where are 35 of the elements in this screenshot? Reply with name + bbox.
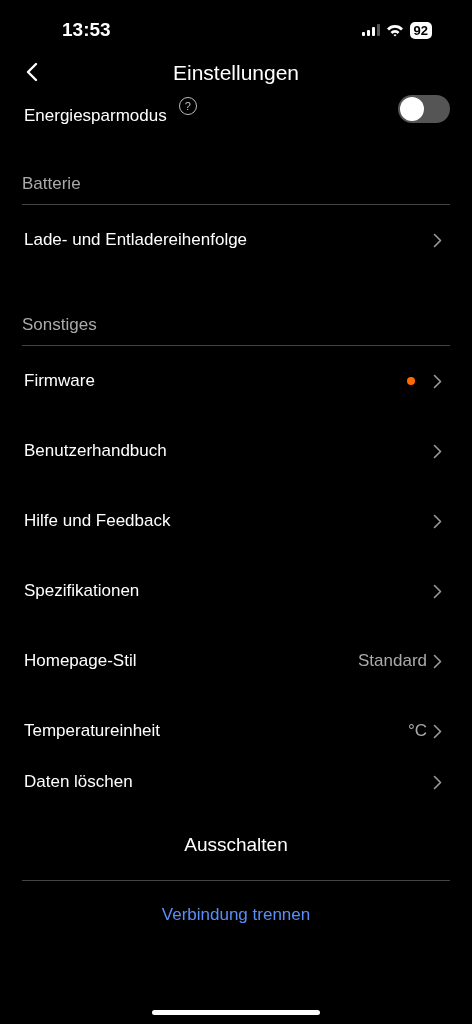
settings-item[interactable]: Firmware (0, 346, 472, 416)
chevron-icon (433, 583, 442, 599)
disconnect-link[interactable]: Verbindung trennen (157, 901, 315, 929)
settings-item[interactable]: Hilfe und Feedback (0, 486, 472, 556)
item-label: Spezifikationen (24, 581, 140, 601)
status-time: 13:53 (62, 19, 111, 41)
settings-item[interactable]: Spezifikationen (0, 556, 472, 626)
section-title: Batterie (21, 174, 82, 195)
chevron-icon (433, 653, 442, 669)
item-value: Standard (358, 651, 427, 671)
item-label: Temperatureinheit (24, 721, 161, 741)
section-title: Sonstiges (21, 315, 98, 336)
chevron-icon (433, 443, 442, 459)
item-label: Lade- und Entladereihenfolge (24, 230, 248, 250)
item-label: Benutzerhandbuch (24, 441, 167, 461)
wifi-icon (385, 23, 404, 37)
settings-item[interactable]: Lade- und Entladereihenfolge (0, 205, 472, 275)
settings-item[interactable]: Benutzerhandbuch (0, 416, 472, 486)
item-label: Daten löschen (24, 772, 133, 792)
toggle-switch[interactable] (398, 95, 450, 123)
chevron-icon (433, 232, 442, 248)
signal-icon (361, 24, 380, 36)
power-off-button[interactable]: Ausschalten (170, 826, 302, 864)
item-value: °C (407, 721, 427, 741)
settings-item[interactable]: Homepage-Stil Standard (0, 626, 472, 696)
chevron-icon (433, 513, 442, 529)
item-label: Firmware (24, 371, 95, 391)
item-label: Hilfe und Feedback (24, 511, 171, 531)
setting-label: Energiesparmodus (24, 106, 167, 126)
chevron-icon (433, 774, 442, 790)
battery-indicator: 92 (409, 21, 432, 39)
chevron-icon (433, 723, 442, 739)
chevron-icon (433, 373, 442, 389)
item-label: Homepage-Stil (24, 651, 137, 671)
page-title: Einstellungen (172, 61, 300, 85)
